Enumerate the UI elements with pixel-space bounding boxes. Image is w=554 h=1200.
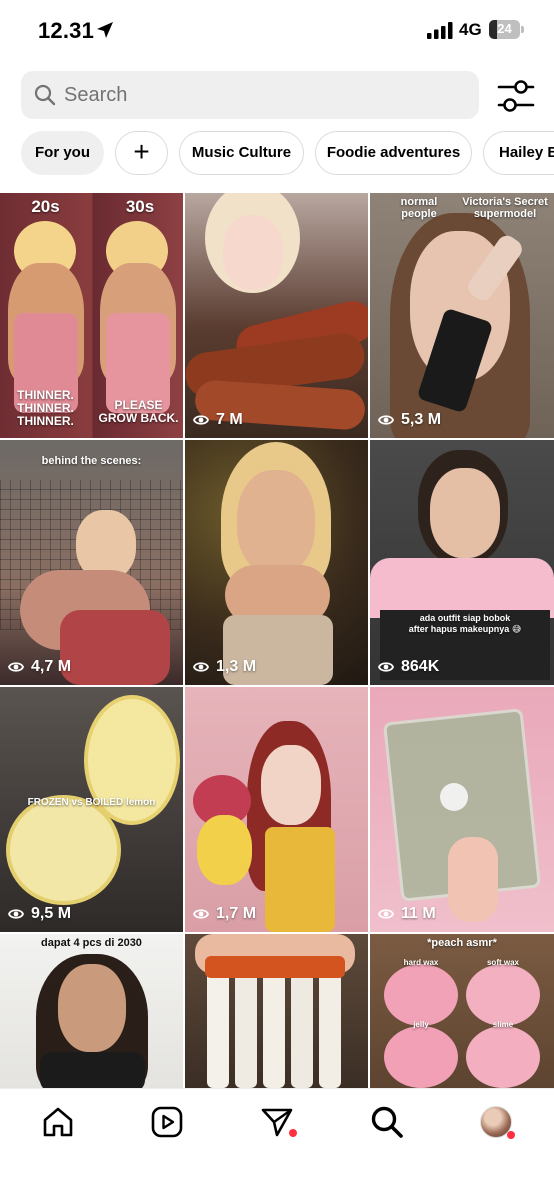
tile-caption: PLEASE GROW BACK. (98, 398, 179, 425)
tile-caption: Victoria's Secret supermodel (462, 196, 548, 220)
tile-caption: behind the scenes: (41, 455, 142, 467)
explore-tile[interactable]: 7 M (185, 193, 368, 438)
search-icon[interactable] (370, 1105, 404, 1139)
tile-caption: 20s (31, 197, 60, 216)
chip-for-you[interactable]: For you (21, 131, 104, 175)
profile-notification-dot (507, 1131, 515, 1139)
explore-tile[interactable]: behind the scenes: 4,7 M (0, 440, 183, 685)
explore-tile[interactable]: ada outfit siap bobok after hapus makeup… (370, 440, 554, 685)
tile-caption: THINNER. THINNER. THINNER. (17, 388, 74, 428)
search-bar[interactable] (21, 71, 479, 119)
explore-tile[interactable]: dapat 4 pcs di 2030 (0, 934, 183, 1088)
play-count-icon (8, 662, 24, 672)
play-count-icon (378, 909, 394, 919)
tile-caption: FROZEN vs BOILED lemon (27, 797, 156, 808)
tile-caption: ada outfit siap bobok after hapus makeup… (408, 613, 522, 634)
tile-caption: dapat 4 pcs di 2030 (41, 937, 142, 949)
topic-chips: For you + Music Culture Foodie adventure… (0, 131, 554, 175)
plus-icon: + (133, 136, 150, 167)
home-icon[interactable] (41, 1105, 75, 1139)
explore-tile[interactable]: normal people Victoria's Secret supermod… (370, 193, 554, 438)
view-count: 9,5 M (8, 905, 71, 923)
network-type: 4G (459, 20, 482, 39)
play-count-icon (8, 909, 24, 919)
tile-caption: slime (492, 1020, 514, 1029)
explore-tile[interactable]: *peach asmr* hard wax soft wax jelly sli… (370, 934, 554, 1088)
status-time: 12.31 (38, 18, 95, 43)
chip-add-button[interactable]: + (115, 131, 168, 175)
reels-icon[interactable] (150, 1105, 184, 1139)
chip-hailey-bieber[interactable]: Hailey Bieber (483, 131, 554, 175)
view-count: 4,7 M (8, 658, 71, 676)
chip-foodie-adventures[interactable]: Foodie adventures (315, 131, 472, 175)
explore-tile[interactable]: 20s 30s THINNER. THINNER. THINNER. PLEAS… (0, 193, 183, 438)
cellular-signal-icon (427, 22, 453, 39)
explore-tile[interactable] (185, 934, 368, 1088)
play-count-icon (193, 662, 209, 672)
view-count: 864K (378, 658, 439, 676)
battery-level: 24 (497, 21, 512, 36)
messages-notification-dot (289, 1129, 297, 1137)
tile-caption: soft wax (486, 958, 519, 967)
explore-tile[interactable]: 1,3 M (185, 440, 368, 685)
search-icon (34, 84, 56, 106)
battery-icon: 24 (489, 20, 524, 40)
play-count-icon (378, 415, 394, 425)
view-count: 5,3 M (378, 411, 441, 429)
location-arrow-icon (97, 22, 113, 38)
play-count-icon (378, 662, 394, 672)
view-count: 1,3 M (193, 658, 256, 676)
view-count: 7 M (193, 411, 243, 429)
explore-tile[interactable]: 11 M (370, 687, 554, 932)
tile-caption: 30s (125, 197, 155, 216)
tile-caption: normal people (400, 196, 438, 220)
explore-tile[interactable]: 1,7 M (185, 687, 368, 932)
view-count: 1,7 M (193, 905, 256, 923)
explore-tile[interactable]: FROZEN vs BOILED lemon 9,5 M (0, 687, 183, 932)
tile-caption: jelly (413, 1020, 429, 1029)
status-bar: 12.31 4G 24 (0, 0, 554, 62)
search-input[interactable] (64, 71, 464, 119)
play-count-icon (193, 909, 209, 919)
filter-sliders-icon[interactable] (495, 78, 537, 114)
play-count-icon (193, 415, 209, 425)
chip-music-culture[interactable]: Music Culture (179, 131, 304, 175)
bottom-nav (0, 1088, 554, 1200)
tile-caption: *peach asmr* (427, 937, 497, 949)
explore-grid: 20s 30s THINNER. THINNER. THINNER. PLEAS… (0, 193, 554, 1088)
view-count: 11 M (378, 905, 436, 923)
tile-caption: hard wax (403, 958, 439, 967)
